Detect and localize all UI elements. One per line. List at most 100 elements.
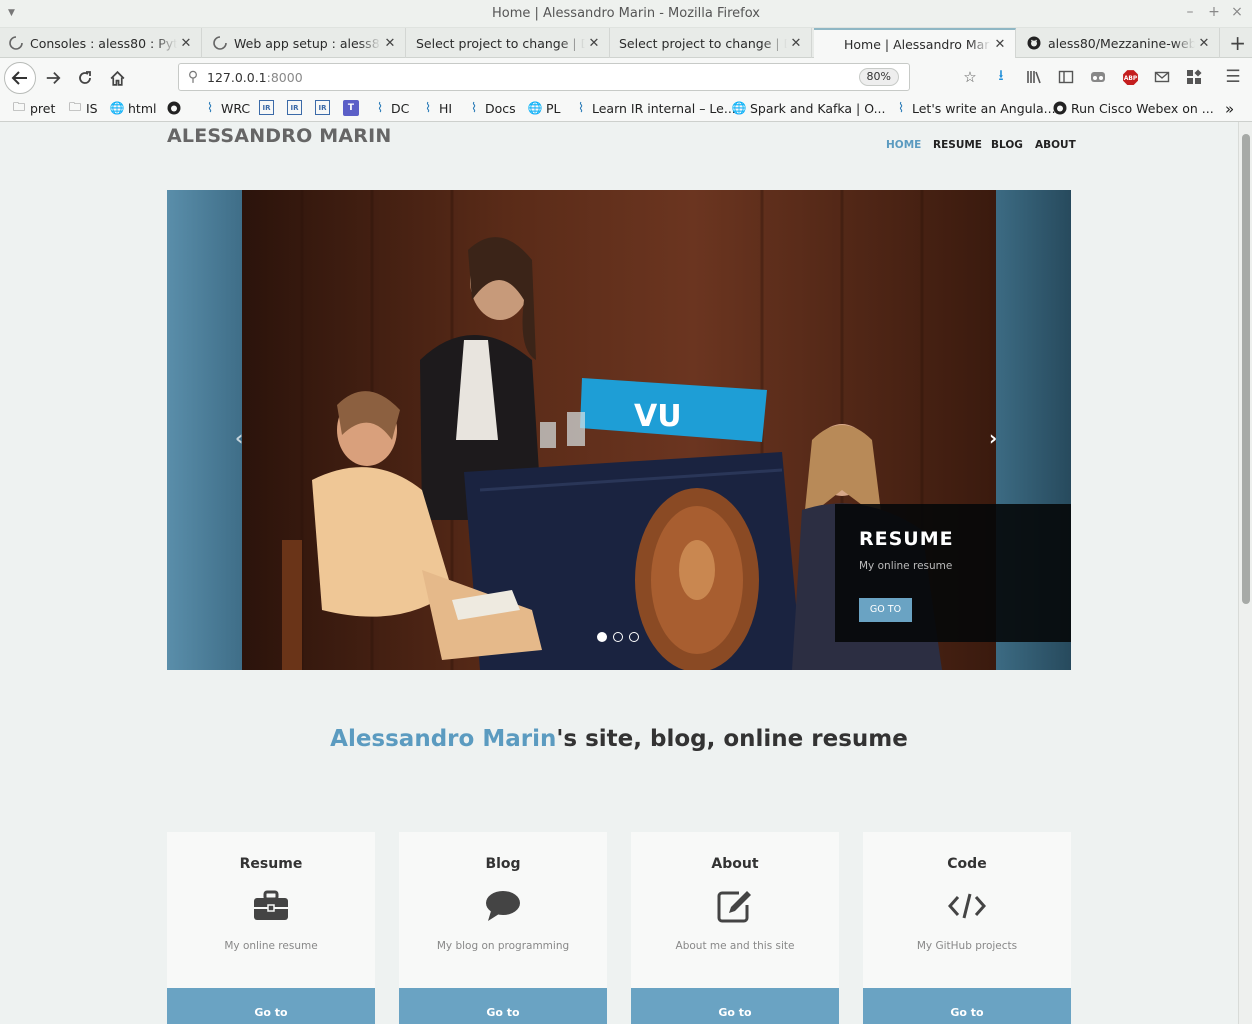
close-tab-icon[interactable]: ✕ — [1195, 36, 1213, 51]
tab-web-app-setup[interactable]: Web app setup : aless80 : P ✕ — [204, 28, 406, 58]
card-title: Code — [947, 856, 987, 872]
github-icon — [1026, 35, 1042, 51]
card-goto-button[interactable]: Go to — [863, 988, 1071, 1024]
ir-icon: IR — [315, 100, 330, 115]
adblock-icon[interactable]: ABP — [1120, 67, 1140, 87]
carousel-indicators — [597, 632, 639, 642]
bookmark-label: html — [128, 100, 157, 116]
navigation-toolbar: ⚲ 127.0.0.1:8000 80% ☆ ⭳ ABP ☰ — [0, 58, 1252, 96]
zoom-level-button[interactable]: 80% — [858, 68, 899, 86]
tab-github-mezzanine[interactable]: aless80/Mezzanine-website ✕ — [1018, 28, 1220, 58]
bookmark-item[interactable]: Run Cisco Webex on ... — [1052, 100, 1214, 116]
download-icon[interactable]: ⭳ — [991, 66, 1011, 87]
bookmarks-toolbar: 🗀 pret 🗀 IS 🌐 html ⌇ WRC IR IR IR T ⌇ DC ⌇ HI … — [0, 96, 1252, 122]
bookmark-item[interactable]: IR — [315, 100, 333, 115]
carousel-left-margin — [167, 190, 242, 670]
bookmark-item[interactable] — [166, 100, 185, 116]
url-text[interactable]: 127.0.0.1:8000 — [207, 70, 303, 85]
scrollbar-thumb[interactable] — [1242, 134, 1250, 604]
sidebar-icon[interactable] — [1056, 67, 1076, 87]
forward-button[interactable] — [40, 65, 66, 91]
bookmark-item[interactable]: ⌇ HI — [420, 100, 452, 116]
hero-carousel: VU ‹ › RESUME My online resume GO TO — [167, 190, 1071, 670]
slide-goto-button[interactable]: GO TO — [859, 598, 912, 622]
site-headline: Alessandro Marin's site, blog, online re… — [0, 726, 1238, 752]
tab-consoles[interactable]: Consoles : aless80 : Python ✕ — [0, 28, 202, 58]
back-button[interactable] — [4, 62, 36, 94]
card-title: About — [711, 856, 759, 872]
bookmark-item[interactable]: 🌐 Spark and Kafka | O... — [731, 100, 886, 116]
extension-icon[interactable] — [1088, 67, 1108, 87]
tab-django-select-1[interactable]: Select project to change | Django ✕ — [408, 28, 610, 58]
carousel-prev-arrow-icon[interactable]: ‹ — [235, 426, 243, 450]
bookmark-item[interactable]: IR — [287, 100, 305, 115]
carousel-dot-2[interactable] — [613, 632, 623, 642]
card-text: My online resume — [224, 940, 318, 952]
card-text: My GitHub projects — [916, 940, 1018, 952]
spinner-icon — [8, 35, 24, 51]
globe-icon: 🌐 — [527, 101, 543, 115]
nav-home[interactable]: HOME — [886, 139, 921, 151]
bookmark-item[interactable]: 🌐 PL — [527, 100, 561, 116]
reload-button[interactable] — [72, 65, 98, 91]
card-text: My blog on programming — [436, 940, 570, 952]
nav-about[interactable]: ABOUT — [1035, 139, 1076, 151]
paperclip-icon: ⌇ — [577, 100, 585, 116]
bookmark-item[interactable]: 🗀 pret — [11, 100, 55, 116]
card-title: Resume — [239, 856, 303, 872]
headline-rest: 's site, blog, online resume — [556, 726, 908, 752]
bookmark-item[interactable]: ⌇ Let's write an Angula... — [893, 100, 1056, 116]
bookmark-item[interactable]: 🗀 IS — [67, 100, 98, 116]
card-resume: Resume My online resume Go to — [167, 832, 375, 1024]
close-tab-icon[interactable]: ✕ — [177, 36, 195, 51]
card-goto-button[interactable]: Go to — [399, 988, 607, 1024]
bookmark-label: PL — [546, 100, 561, 116]
ir-icon: IR — [259, 100, 274, 115]
home-button[interactable] — [104, 65, 130, 91]
minimize-button[interactable]: – — [1182, 4, 1198, 20]
url-bar[interactable]: ⚲ 127.0.0.1:8000 80% — [178, 63, 910, 91]
nav-resume[interactable]: RESUME — [933, 139, 982, 151]
card-goto-button[interactable]: Go to — [631, 988, 839, 1024]
bookmark-item[interactable]: ⌇ Docs — [466, 100, 516, 116]
close-tab-icon[interactable]: ✕ — [585, 36, 603, 51]
bookmark-item[interactable]: ⌇ Learn IR internal – Le... — [573, 100, 736, 116]
site-logo[interactable]: ALESSANDRO MARIN — [167, 125, 392, 147]
tab-django-select-2[interactable]: Select project to change | Django ✕ — [611, 28, 812, 58]
close-tab-icon[interactable]: ✕ — [381, 36, 399, 51]
close-window-button[interactable]: × — [1229, 4, 1245, 20]
github-icon — [1052, 100, 1068, 116]
globe-icon: 🌐 — [109, 101, 125, 115]
card-goto-button[interactable]: Go to — [167, 988, 375, 1024]
maximize-button[interactable]: + — [1206, 4, 1222, 20]
carousel-dot-1[interactable] — [597, 632, 607, 642]
tab-title: aless80/Mezzanine-website — [1048, 35, 1195, 51]
tab-home-active[interactable]: Home | Alessandro Marin ✕ — [814, 28, 1016, 58]
bookmark-item[interactable]: T — [343, 100, 362, 116]
library-icon[interactable] — [1024, 67, 1044, 87]
bookmark-item[interactable]: IR — [259, 100, 277, 115]
bookmark-item[interactable]: 🌐 html — [109, 100, 157, 116]
close-tab-icon[interactable]: ✕ — [991, 37, 1009, 52]
page-scrollbar[interactable] — [1238, 122, 1252, 1024]
bookmark-star-icon[interactable]: ☆ — [960, 67, 980, 87]
bookmark-label: Learn IR internal – Le... — [592, 100, 736, 116]
carousel-dot-3[interactable] — [629, 632, 639, 642]
bookmark-item[interactable]: ⌇ DC — [372, 100, 410, 116]
bookmark-item[interactable]: ⌇ WRC — [202, 100, 250, 116]
apps-icon[interactable] — [1184, 67, 1204, 87]
new-tab-button[interactable]: + — [1229, 31, 1246, 55]
bookmark-label: Spark and Kafka | O... — [750, 100, 886, 116]
card-title: Blog — [485, 856, 521, 872]
hamburger-menu-icon[interactable]: ☰ — [1223, 67, 1243, 87]
mail-icon[interactable] — [1152, 67, 1172, 87]
close-tab-icon[interactable]: ✕ — [787, 36, 805, 51]
bookmarks-overflow-icon[interactable]: » — [1225, 100, 1234, 118]
headline-name: Alessandro Marin — [330, 726, 557, 752]
nav-blog[interactable]: BLOG — [991, 139, 1023, 151]
paperclip-icon: ⌇ — [376, 100, 384, 116]
card-text: About me and this site — [675, 940, 795, 952]
url-port: :8000 — [266, 69, 303, 85]
folder-icon: 🗀 — [68, 99, 81, 114]
carousel-next-arrow-icon[interactable]: › — [989, 426, 997, 450]
